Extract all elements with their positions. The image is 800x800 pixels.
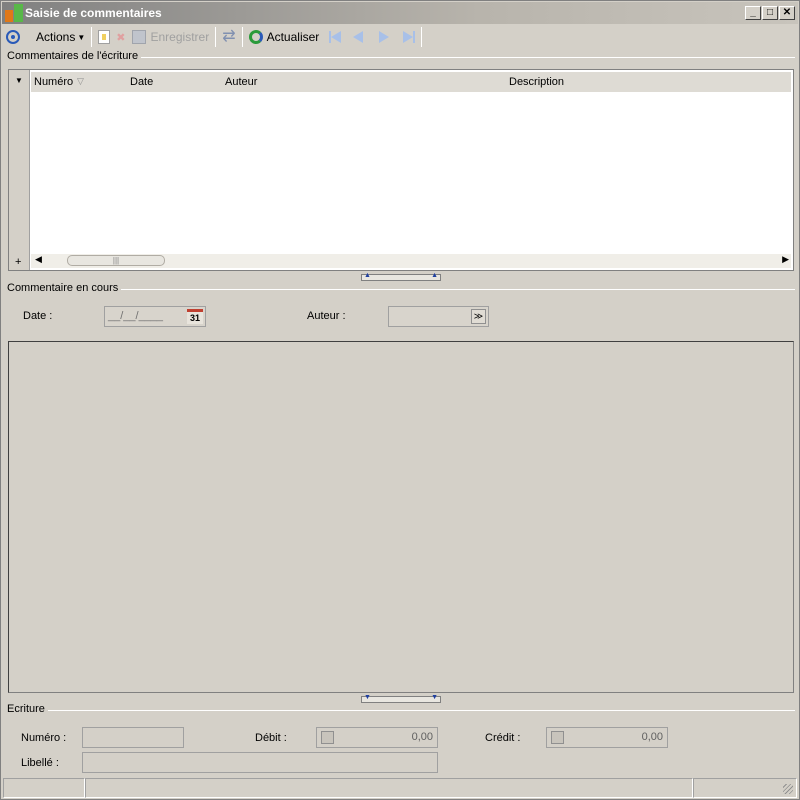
top-splitter[interactable]: ▲ ▲ [361, 272, 441, 281]
new-button[interactable] [95, 26, 113, 48]
comment-text-area[interactable] [8, 341, 794, 693]
toolbar-separator [215, 27, 217, 47]
first-record-button[interactable] [326, 26, 344, 48]
target-icon [6, 30, 20, 44]
window-title: Saisie de commentaires [25, 6, 162, 20]
comments-group-title: Commentaires de l'écriture [7, 50, 142, 62]
sync-button[interactable]: ⇄ [219, 26, 238, 48]
entry-number-field[interactable] [82, 727, 184, 748]
debit-checkbox[interactable] [321, 731, 334, 744]
toolbar-separator [421, 27, 423, 47]
collapse-up-icon: ▲ [431, 272, 438, 279]
credit-field[interactable]: 0,00 [546, 727, 668, 748]
toolbar-separator [91, 27, 93, 47]
credit-checkbox[interactable] [551, 731, 564, 744]
scroll-left-icon[interactable]: ◀ [35, 254, 42, 265]
refresh-icon [248, 30, 263, 44]
save-icon [131, 30, 146, 44]
save-label: Enregistrer [150, 30, 210, 44]
previous-icon [353, 31, 364, 43]
comment-entry-window: Saisie de commentaires _ □ ✕ Actions ▼ ✖… [0, 0, 800, 800]
sort-arrow-icon: ▽ [77, 76, 84, 86]
actions-label: Actions [36, 30, 76, 44]
home-button[interactable] [3, 26, 23, 48]
status-panel [693, 778, 797, 798]
column-header-author[interactable]: Auteur [225, 76, 257, 88]
credit-value: 0,00 [641, 731, 663, 743]
comments-grid[interactable]: ▼ + Numéro ▽ Date Auteur Description ◀ |… [8, 69, 794, 271]
minimize-button[interactable]: _ [745, 6, 761, 20]
debit-label: Débit : [255, 732, 287, 744]
status-bar [3, 778, 797, 798]
column-chooser-icon[interactable]: ▼ [15, 76, 23, 85]
debit-field[interactable]: 0,00 [316, 727, 438, 748]
group-divider [7, 289, 795, 290]
entry-group-title: Ecriture [7, 703, 48, 715]
status-panel [85, 778, 693, 798]
column-header-date[interactable]: Date [130, 76, 153, 88]
resize-grip-icon[interactable] [783, 784, 793, 794]
double-chevron-down-icon[interactable]: ≫ [471, 309, 486, 324]
entry-number-label: Numéro : [21, 732, 67, 744]
horizontal-scrollbar[interactable]: ◀ ||| ▶ [31, 254, 791, 268]
credit-label: Crédit : [485, 732, 521, 744]
toolbar-separator [241, 27, 243, 47]
maximize-button[interactable]: □ [762, 6, 778, 20]
delete-icon: ✖ [116, 31, 126, 44]
entry-label-field[interactable] [82, 752, 438, 773]
date-field[interactable]: __/__/____ 31 [104, 306, 206, 327]
grid-header: Numéro ▽ Date Auteur Description [31, 72, 791, 92]
add-row-button[interactable]: + [15, 256, 21, 268]
debit-value: 0,00 [411, 731, 433, 743]
delete-button[interactable]: ✖ [113, 26, 128, 48]
previous-record-button[interactable] [350, 26, 366, 48]
toolbar: Actions ▼ ✖ Enregistrer ⇄ Actualiser [3, 25, 797, 49]
last-icon [403, 31, 414, 43]
next-record-button[interactable] [376, 26, 392, 48]
refresh-button[interactable]: Actualiser [246, 26, 323, 48]
status-panel [3, 778, 85, 798]
date-label: Date : [23, 310, 53, 322]
author-select[interactable]: ≫ [388, 306, 489, 327]
close-button[interactable]: ✕ [779, 6, 795, 20]
refresh-label: Actualiser [266, 30, 320, 44]
scroll-thumb[interactable]: ||| [67, 255, 165, 266]
title-bar[interactable]: Saisie de commentaires _ □ ✕ [2, 2, 798, 24]
calendar-icon[interactable]: 31 [187, 309, 203, 324]
column-header-numero[interactable]: Numéro [34, 76, 73, 88]
expand-down-icon: ▼ [364, 694, 371, 701]
scroll-right-icon[interactable]: ▶ [782, 254, 789, 265]
app-icon [5, 4, 23, 22]
current-group-title: Commentaire en cours [7, 282, 122, 294]
actions-menu-button[interactable]: Actions ▼ [33, 26, 88, 48]
next-icon [379, 31, 390, 43]
expand-down-icon: ▼ [431, 694, 438, 701]
bottom-splitter[interactable]: ▼ ▼ [361, 694, 441, 703]
date-value: __/__/____ [108, 310, 164, 322]
save-button[interactable]: Enregistrer [129, 26, 213, 48]
sync-icon: ⇄ [222, 28, 236, 45]
author-label: Auteur : [307, 310, 346, 322]
column-header-description[interactable]: Description [509, 76, 564, 88]
last-record-button[interactable] [400, 26, 418, 48]
dropdown-arrow-icon: ▼ [77, 32, 86, 42]
collapse-up-icon: ▲ [364, 272, 371, 279]
group-divider [7, 710, 795, 711]
entry-label-label: Libellé : [21, 757, 59, 769]
grid-row-header: ▼ + [9, 70, 30, 270]
new-document-icon [98, 30, 111, 44]
